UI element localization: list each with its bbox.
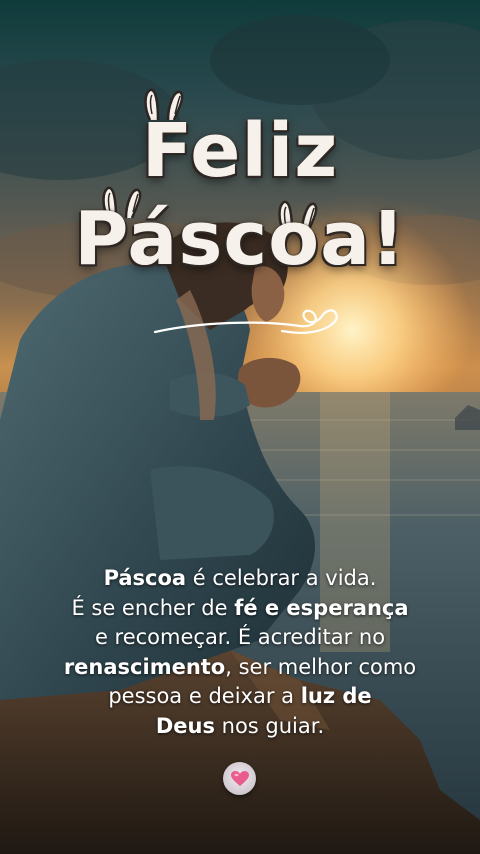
text-span: e recomeçar. É acreditar no [94,625,386,649]
message-line-1: Páscoa é celebrar a vida. [20,564,460,594]
message-line-2: É se encher de fé e esperança [20,594,460,624]
title-line-1: Feliz [141,108,339,194]
text-span: É se encher de [71,595,235,620]
title-line-2: Páscoa! [74,196,406,282]
title-block: Feliz Páscoa! [0,0,480,360]
message-line-6: Deus nos guiar. [20,712,460,742]
heart-icon [230,770,249,786]
highlight-fe-esperanca: fé e esperança [234,595,409,620]
message-line-5: pessoa e deixar a luz de [20,682,460,712]
text-span: nos guiar. [214,713,325,738]
highlight-deus: Deus [155,713,215,738]
message-line-3: e recomeçar. É acreditar no [20,623,460,653]
text-span: é celebrar a vida. [186,566,377,590]
easter-message: Páscoa é celebrar a vida. É se encher de… [20,564,460,741]
message-line-4: renascimento, ser melhor como [20,653,460,683]
heart-badge [223,762,256,795]
text-span: pessoa e deixar a [108,684,301,708]
text-span: , ser melhor como [225,654,417,679]
highlight-luz-de: luz de [300,684,372,708]
highlight-renascimento: renascimento [63,654,226,679]
easter-card: Feliz Páscoa! Páscoa é celebrar a vida. … [0,0,480,854]
highlight-pascoa: Páscoa [103,566,187,590]
heart-flourish-icon [153,309,338,334]
